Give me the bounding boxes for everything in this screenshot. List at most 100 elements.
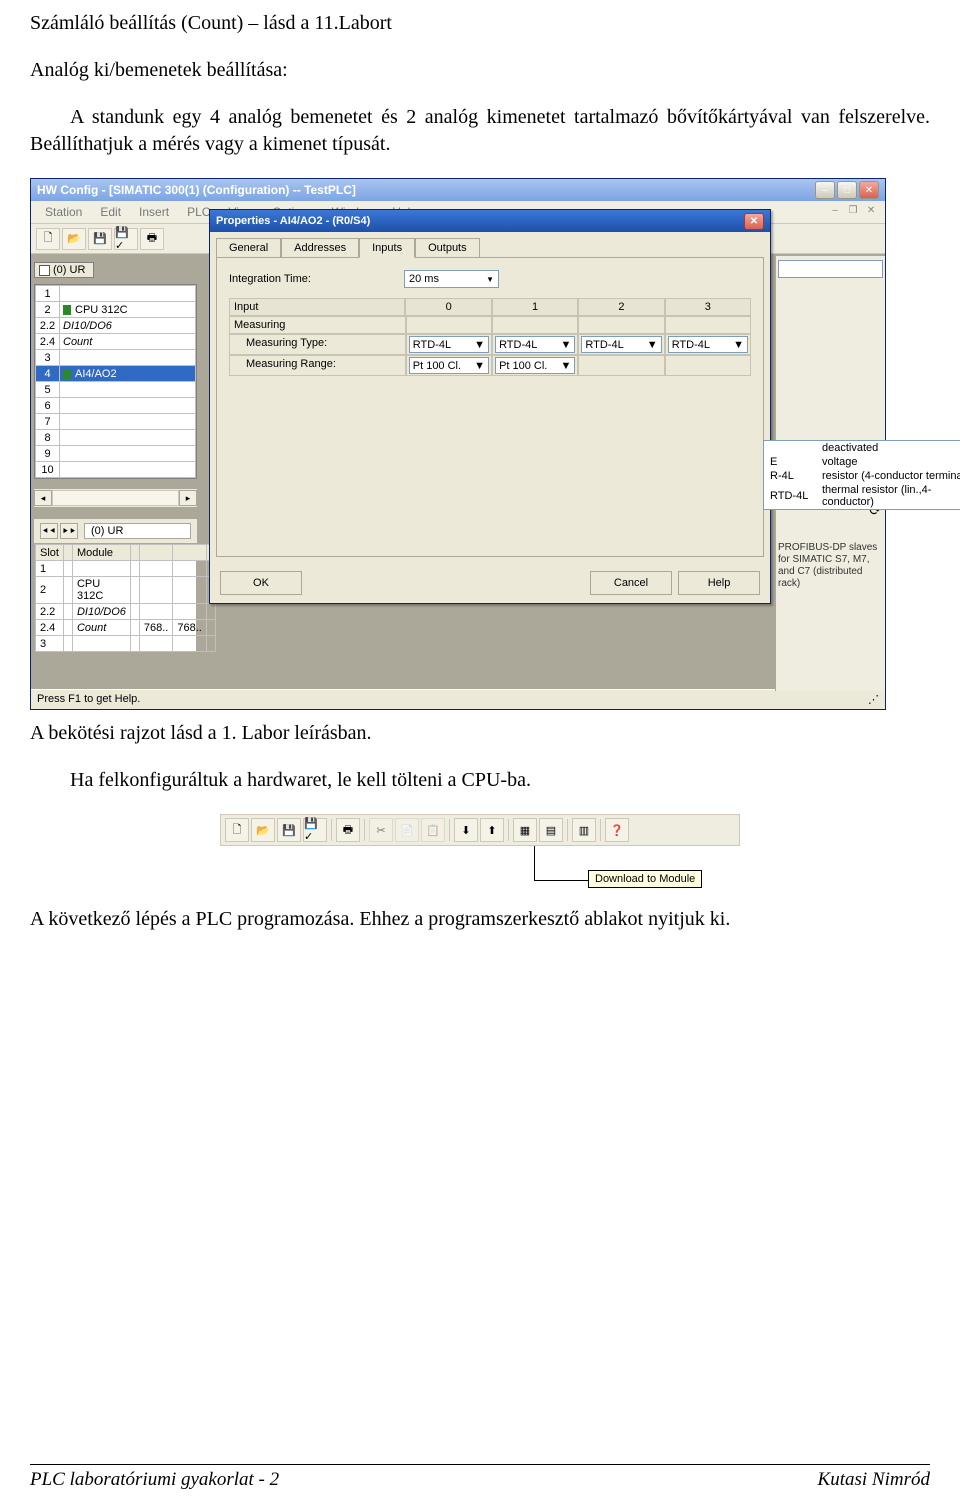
nav-first-icon[interactable]: ⯇⯇ [40, 523, 58, 539]
slot-row[interactable]: 1 [36, 561, 216, 577]
catalog-search-input[interactable] [778, 260, 883, 278]
tab-outputs[interactable]: Outputs [415, 238, 480, 257]
paragraph: A standunk egy 4 analóg bemenetet és 2 a… [30, 104, 930, 158]
mtype-3-select[interactable]: RTD-4L▼ [668, 336, 748, 353]
tb2-help-icon[interactable]: ❓ [605, 818, 629, 842]
tb2-module-icon[interactable]: ▦ [513, 818, 537, 842]
tb2-paste-icon[interactable]: 📋 [421, 818, 445, 842]
tab-general[interactable]: General [216, 238, 281, 257]
grid-header-1: 1 [492, 298, 578, 316]
dropdown-option[interactable]: Evoltage [764, 455, 960, 469]
rack-row[interactable]: 2CPU 312C [36, 302, 196, 318]
mrange-0-select[interactable]: Pt 100 Cl.▼ [409, 357, 489, 374]
toolbar-savecompile-icon[interactable]: 💾✓ [114, 228, 138, 250]
paragraph: A bekötési rajzot lásd a 1. Labor leírás… [30, 720, 930, 747]
tb2-print-icon[interactable]: 🖶 [336, 818, 360, 842]
callout-line [534, 846, 535, 880]
mdi-minimize-icon[interactable]: – [827, 203, 843, 217]
input-grid: Input 0 1 2 3 Measuring Measuring Type: [229, 298, 751, 376]
rack-row[interactable]: 10 [36, 462, 196, 478]
slot-row[interactable]: 2.2DI10/DO6 [36, 604, 216, 620]
tab-inputs[interactable]: Inputs [359, 238, 415, 258]
tb2-cut-icon[interactable]: ✂ [369, 818, 393, 842]
mtype-1-select[interactable]: RTD-4L▼ [495, 336, 575, 353]
dialog-close-button[interactable]: ✕ [744, 213, 764, 230]
toolbar-2: 🗋 📂 💾 💾✓ 🖶 ✂ 📄 📋 ⬇ ⬆ ▦ ▤ ▥ ❓ [220, 814, 740, 846]
tb2-new-icon[interactable]: 🗋 [225, 818, 249, 842]
dropdown-option[interactable]: deactivated [764, 441, 960, 455]
rack-row[interactable]: 7 [36, 414, 196, 430]
window-close-button[interactable]: ✕ [859, 181, 879, 199]
dropdown-option[interactable]: R-4Lresistor (4-conductor terminal) [764, 469, 960, 483]
tb2-save-icon[interactable]: 💾 [277, 818, 301, 842]
measuring-type-dropdown-list[interactable]: deactivatedEvoltageR-4Lresistor (4-condu… [763, 440, 960, 510]
menu-edit[interactable]: Edit [92, 203, 129, 221]
grid-header-2: 2 [578, 298, 664, 316]
integration-time-select[interactable]: 20 ms▼ [404, 270, 499, 288]
rack-row[interactable]: 3 [36, 350, 196, 366]
tb2-open-icon[interactable]: 📂 [251, 818, 275, 842]
mtype-2-select[interactable]: RTD-4L▼ [581, 336, 661, 353]
properties-dialog: Properties - AI4/AO2 - (R0/S4) ✕ General… [209, 209, 771, 604]
toolbar-print-icon[interactable]: 🖶 [140, 228, 164, 250]
page-footer: PLC laboratóriumi gyakorlat - 2 Kutasi N… [30, 1464, 930, 1491]
scroll-left-icon[interactable]: ◂ [34, 490, 52, 506]
resize-grip-icon[interactable]: ⋰ [868, 693, 879, 706]
h-scrollbar[interactable]: ◂ ▸ [34, 489, 197, 507]
rack-row[interactable]: 4AI4/AO2 [36, 366, 196, 382]
cancel-button[interactable]: Cancel [590, 571, 672, 595]
tooltip-download: Download to Module [588, 870, 702, 888]
dropdown-option[interactable]: RTD-4Lthermal resistor (lin.,4-conductor… [764, 483, 960, 509]
mtype-0-select[interactable]: RTD-4L▼ [409, 336, 489, 353]
rack-row[interactable]: 6 [36, 398, 196, 414]
rack-label[interactable]: (0) UR [34, 262, 94, 278]
rack-row[interactable]: 2.4Count [36, 334, 196, 350]
tb2-savecompile-icon[interactable]: 💾✓ [303, 818, 327, 842]
scroll-right-icon[interactable]: ▸ [179, 490, 197, 506]
tb2-copy-icon[interactable]: 📄 [395, 818, 419, 842]
rack-table: 12CPU 312C2.2DI10/DO62.4Count34AI4/AO256… [34, 284, 197, 479]
window-titlebar: HW Config - [SIMATIC 300(1) (Configurati… [31, 179, 885, 201]
section-heading: Analóg ki/bemenetek beállítása: [30, 57, 930, 84]
dialog-tabs: General Addresses Inputs Outputs [210, 232, 770, 257]
rack-row[interactable]: 9 [36, 446, 196, 462]
rack-row[interactable]: 8 [36, 430, 196, 446]
ok-button[interactable]: OK [220, 571, 302, 595]
tb2-download-icon[interactable]: ⬇ [454, 818, 478, 842]
tab-addresses[interactable]: Addresses [281, 238, 359, 257]
menu-station[interactable]: Station [37, 203, 90, 221]
window-maximize-button[interactable]: □ [837, 181, 857, 199]
rack-row[interactable]: 1 [36, 286, 196, 302]
catalog-description: PROFIBUS-DP slaves for SIMATIC S7, M7, a… [778, 542, 883, 590]
window-title: HW Config - [SIMATIC 300(1) (Configurati… [37, 183, 356, 197]
toolbar-new-icon[interactable]: 🗋 [36, 228, 60, 250]
grid-header-3: 3 [665, 298, 751, 316]
footer-right: Kutasi Nimród [818, 1469, 930, 1491]
slot-row[interactable]: 2.4Count768..768.. [36, 620, 216, 636]
footer-left: PLC laboratóriumi gyakorlat - 2 [30, 1469, 279, 1491]
menu-insert[interactable]: Insert [131, 203, 177, 221]
grid-row-measuring-range: Measuring Range: [229, 355, 406, 376]
mdi-close-icon[interactable]: ✕ [863, 203, 879, 217]
tb2-netconfig-icon[interactable]: ▤ [539, 818, 563, 842]
tb2-upload-icon[interactable]: ⬆ [480, 818, 504, 842]
rack-row[interactable]: 5 [36, 382, 196, 398]
toolbar-open-icon[interactable]: 📂 [62, 228, 86, 250]
rack-row[interactable]: 2.2DI10/DO6 [36, 318, 196, 334]
mdi-restore-icon[interactable]: ❐ [845, 203, 861, 217]
window-minimize-button[interactable]: – [815, 181, 835, 199]
tb2-catalog-icon[interactable]: ▥ [572, 818, 596, 842]
paragraph: Számláló beállítás (Count) – lásd a 11.L… [30, 10, 930, 37]
rack-selector[interactable]: (0) UR [84, 523, 191, 539]
integration-time-label: Integration Time: [229, 273, 394, 285]
statusbar: Press F1 to get Help. ⋰ [31, 689, 885, 709]
paragraph: Ha felkonfiguráltuk a hardwaret, le kell… [30, 767, 930, 794]
slot-row[interactable]: 3 [36, 636, 216, 652]
nav-next-icon[interactable]: ⯈⯈ [60, 523, 78, 539]
slot-row[interactable]: 2CPU 312C [36, 577, 216, 604]
grid-group-measuring: Measuring [229, 316, 406, 334]
toolbar-save-icon[interactable]: 💾 [88, 228, 112, 250]
screenshot-hwconfig: HW Config - [SIMATIC 300(1) (Configurati… [30, 178, 890, 710]
mrange-1-select[interactable]: Pt 100 Cl.▼ [495, 357, 575, 374]
help-button[interactable]: Help [678, 571, 760, 595]
